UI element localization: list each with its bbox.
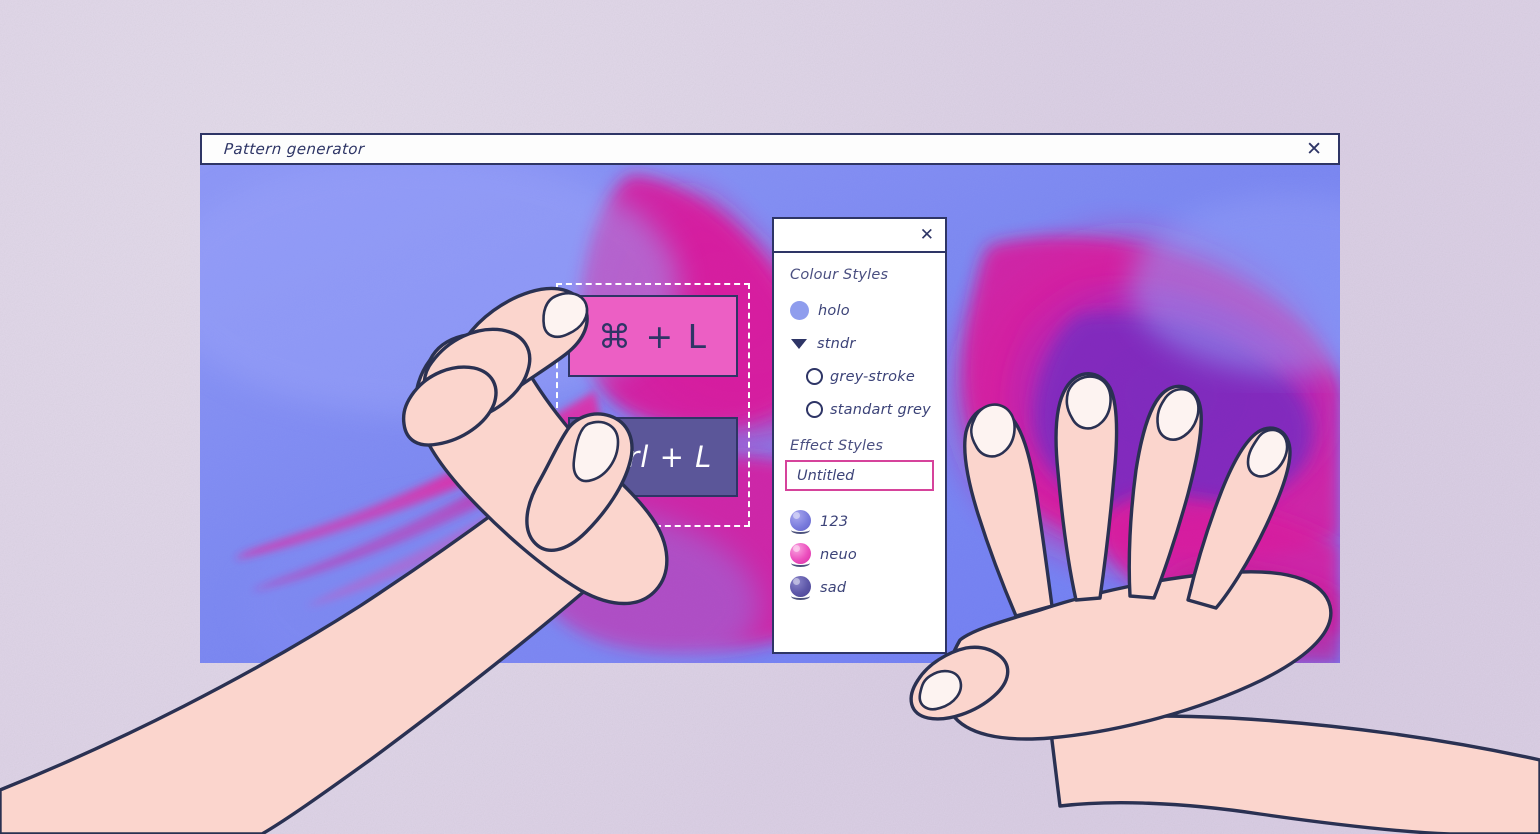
chevron-down-icon[interactable] <box>791 338 807 349</box>
colour-style-label: grey-stroke <box>830 368 915 385</box>
shortcut-card-command[interactable]: ⌘ + L <box>568 295 738 377</box>
radio-circle-icon[interactable] <box>806 368 823 385</box>
effect-sphere-icon <box>790 509 811 534</box>
effect-name-input[interactable]: Untitled <box>785 460 934 491</box>
panel-close-icon[interactable]: ✕ <box>920 226 934 244</box>
effect-style-item-123[interactable]: 123 <box>774 505 945 538</box>
application-window: Pattern generator ✕ ⌘ + L Ctrl + L ✕ Col… <box>200 133 1340 663</box>
window-title: Pattern generator <box>223 140 366 158</box>
effect-style-label: sad <box>820 579 847 596</box>
styles-panel: ✕ Colour Styles holo stndr grey-stroke s… <box>772 217 947 654</box>
colour-style-item-stndr[interactable]: stndr <box>774 327 945 360</box>
effect-style-label: 123 <box>820 513 849 530</box>
effect-style-item-neuo[interactable]: neuo <box>774 538 945 571</box>
effect-style-label: neuo <box>820 546 857 563</box>
styles-panel-body: Colour Styles holo stndr grey-stroke sta… <box>774 253 945 652</box>
colour-style-item-standart-grey[interactable]: standart grey <box>774 393 945 426</box>
radio-circle-icon[interactable] <box>806 401 823 418</box>
colour-style-item-holo[interactable]: holo <box>774 294 945 327</box>
effect-sphere-icon <box>790 542 811 567</box>
colour-style-label: standart grey <box>830 401 931 418</box>
window-close-icon[interactable]: ✕ <box>1302 139 1326 159</box>
effect-styles-heading: Effect Styles <box>790 438 884 454</box>
styles-panel-header: ✕ <box>774 219 945 253</box>
colour-style-item-grey-stroke[interactable]: grey-stroke <box>774 360 945 393</box>
effect-style-item-sad[interactable]: sad <box>774 571 945 604</box>
colour-style-label: holo <box>818 302 850 319</box>
pattern-canvas[interactable]: ⌘ + L Ctrl + L ✕ Colour Styles holo stnd… <box>200 165 1340 663</box>
effect-sphere-icon <box>790 575 811 600</box>
colour-styles-heading: Colour Styles <box>790 267 889 283</box>
window-titlebar: Pattern generator ✕ <box>200 133 1340 165</box>
generated-pattern-artwork <box>200 165 1340 663</box>
colour-style-label: stndr <box>817 335 856 352</box>
holo-swatch-icon <box>790 301 809 320</box>
